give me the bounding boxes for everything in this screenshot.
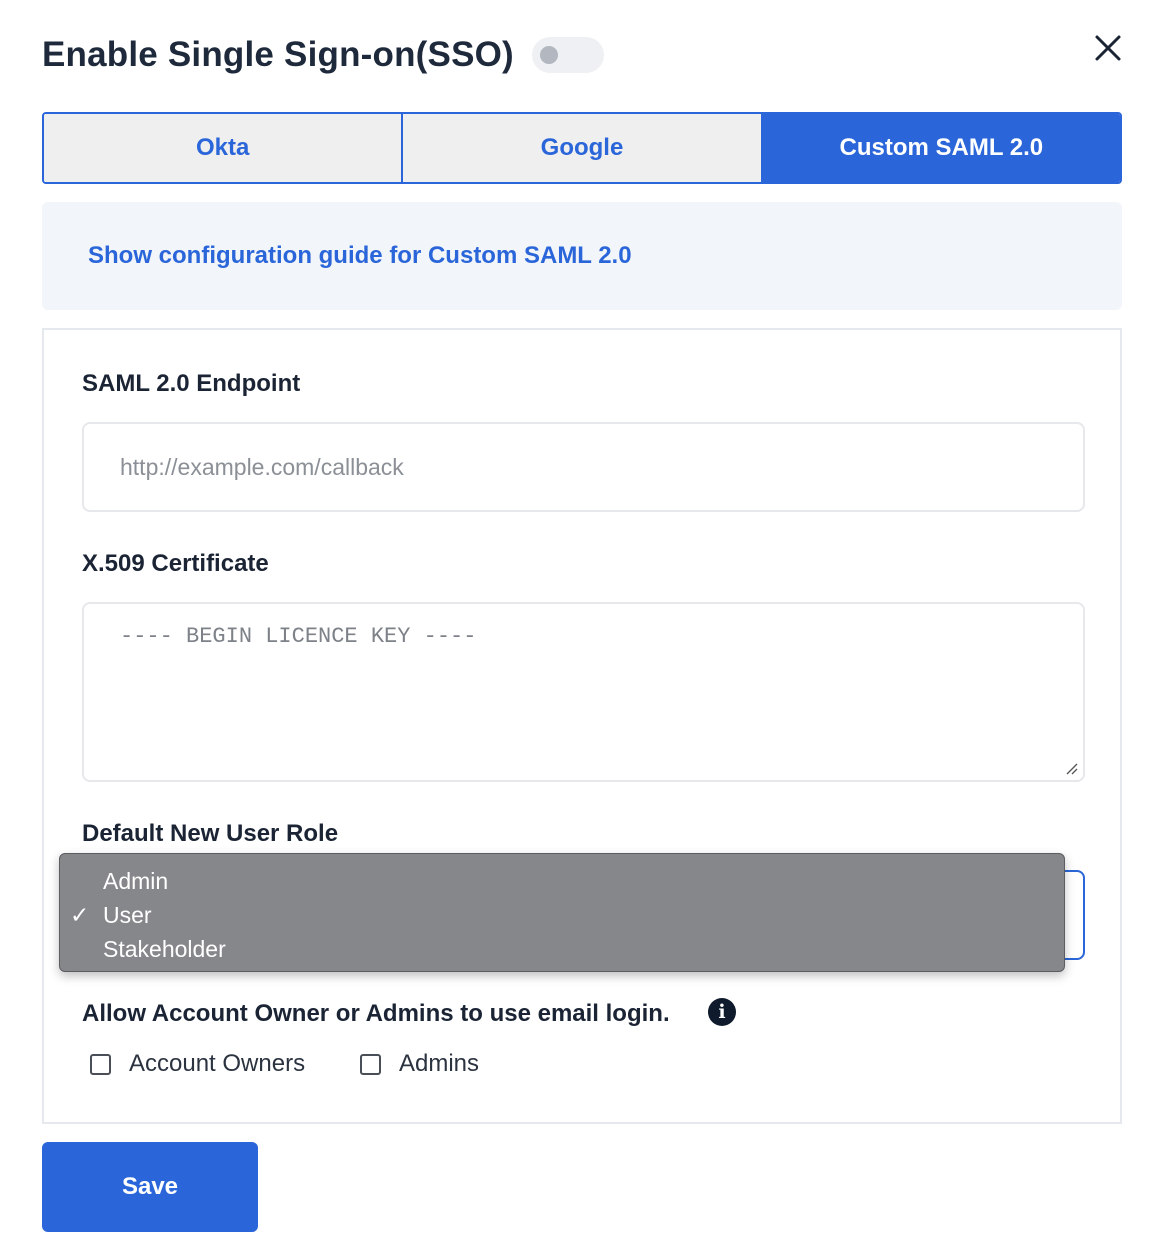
certificate-textarea[interactable]: ---- BEGIN LICENCE KEY ---- (82, 602, 1085, 782)
account-owners-label: Account Owners (129, 1050, 306, 1077)
tab-custom-saml[interactable]: Custom SAML 2.0 (762, 114, 1120, 182)
role-option-admin[interactable]: Admin (60, 864, 1064, 898)
modal-title: Enable Single Sign-on(SSO) (42, 35, 514, 74)
endpoint-input[interactable]: http://example.com/callback (82, 422, 1085, 512)
sso-toggle[interactable] (531, 37, 604, 73)
role-option-label: Admin (103, 868, 169, 894)
endpoint-placeholder: http://example.com/callback (120, 453, 404, 480)
resize-handle-icon[interactable] (1063, 760, 1079, 776)
admins-checkbox[interactable] (360, 1053, 381, 1075)
toggle-knob (539, 46, 558, 64)
endpoint-label: SAML 2.0 Endpoint (82, 370, 301, 397)
certificate-label: X.509 Certificate (82, 550, 269, 577)
admins-label: Admins (399, 1050, 480, 1077)
role-label: Default New User Role (82, 820, 339, 847)
save-button[interactable]: Save (42, 1142, 258, 1232)
close-icon[interactable] (1090, 30, 1126, 66)
config-guide-link[interactable]: Show configuration guide for Custom SAML… (88, 242, 632, 270)
role-option-stakeholder[interactable]: Stakeholder (60, 932, 1064, 966)
certificate-placeholder: ---- BEGIN LICENCE KEY ---- (120, 624, 477, 649)
provider-tabs: Okta Google Custom SAML 2.0 (42, 112, 1122, 184)
role-dropdown-menu: Admin ✓ User Stakeholder (59, 853, 1065, 972)
modal-header: Enable Single Sign-on(SSO) (42, 30, 604, 80)
tab-okta[interactable]: Okta (44, 114, 404, 182)
email-login-label: Allow Account Owner or Admins to use ema… (82, 1000, 670, 1027)
guide-banner: Show configuration guide for Custom SAML… (42, 202, 1122, 310)
role-option-user[interactable]: ✓ User (60, 898, 1064, 932)
checkbox-admins-row[interactable]: Admins (360, 1050, 479, 1078)
tab-google[interactable]: Google (403, 114, 763, 182)
checkmark-icon: ✓ (70, 902, 90, 928)
role-option-label: User (103, 902, 152, 928)
info-icon[interactable]: i (708, 998, 736, 1026)
role-option-label: Stakeholder (103, 936, 226, 962)
saml-form: SAML 2.0 Endpoint http://example.com/cal… (42, 328, 1122, 1124)
account-owners-checkbox[interactable] (90, 1053, 111, 1075)
checkbox-account-owners-row[interactable]: Account Owners (90, 1050, 305, 1078)
